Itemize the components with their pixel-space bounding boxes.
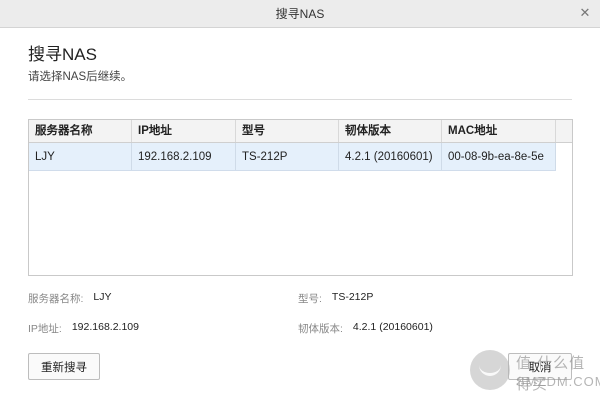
rescan-button[interactable]: 重新搜寻 xyxy=(28,353,100,380)
detail-model: 型号: TS-212P xyxy=(298,291,373,306)
watermark-logo-icon xyxy=(470,350,510,390)
nas-table: 服务器名称 IP地址 型号 韧体版本 MAC地址 LJY 192.168.2.1… xyxy=(28,119,573,276)
cell-server-name: LJY xyxy=(29,143,132,170)
divider xyxy=(28,99,572,100)
column-header-mac[interactable]: MAC地址 xyxy=(442,120,556,142)
cell-model: TS-212P xyxy=(236,143,339,170)
detail-value: LJY xyxy=(93,291,112,303)
cell-firmware: 4.2.1 (20160601) xyxy=(339,143,442,170)
column-header-server-name[interactable]: 服务器名称 xyxy=(29,120,132,142)
detail-label: 服务器名称: xyxy=(28,293,84,305)
table-header: 服务器名称 IP地址 型号 韧体版本 MAC地址 xyxy=(29,120,572,143)
column-header-ip[interactable]: IP地址 xyxy=(132,120,236,142)
cell-mac: 00-08-9b-ea-8e-5e xyxy=(442,143,556,170)
detail-value: 4.2.1 (20160601) xyxy=(352,321,433,333)
watermark-url: SMZDM.COM xyxy=(516,374,600,389)
detail-firmware: 韧体版本: 4.2.1 (20160601) xyxy=(298,321,433,336)
window-titlebar: 搜寻NAS ✕ xyxy=(0,0,600,28)
window-title: 搜寻NAS xyxy=(275,7,325,21)
detail-server-name: 服务器名称: LJY xyxy=(28,291,112,306)
column-header-model[interactable]: 型号 xyxy=(236,120,339,142)
watermark: 值 什么值得买 SMZDM.COM xyxy=(470,344,600,400)
page-subtitle: 请选择NAS后继续。 xyxy=(28,71,133,83)
cell-ip: 192.168.2.109 xyxy=(132,143,236,170)
header-filler xyxy=(556,120,572,142)
page-title: 搜寻NAS xyxy=(28,45,97,64)
detail-label: 型号: xyxy=(298,293,322,305)
column-header-firmware[interactable]: 韧体版本 xyxy=(339,120,442,142)
table-row[interactable]: LJY 192.168.2.109 TS-212P 4.2.1 (2016060… xyxy=(29,143,556,171)
detail-label: 韧体版本: xyxy=(298,323,343,335)
detail-value: 192.168.2.109 xyxy=(71,321,139,333)
close-icon[interactable]: ✕ xyxy=(578,6,592,20)
detail-ip: IP地址: 192.168.2.109 xyxy=(28,321,139,336)
detail-label: IP地址: xyxy=(28,323,62,335)
detail-value: TS-212P xyxy=(331,291,374,303)
